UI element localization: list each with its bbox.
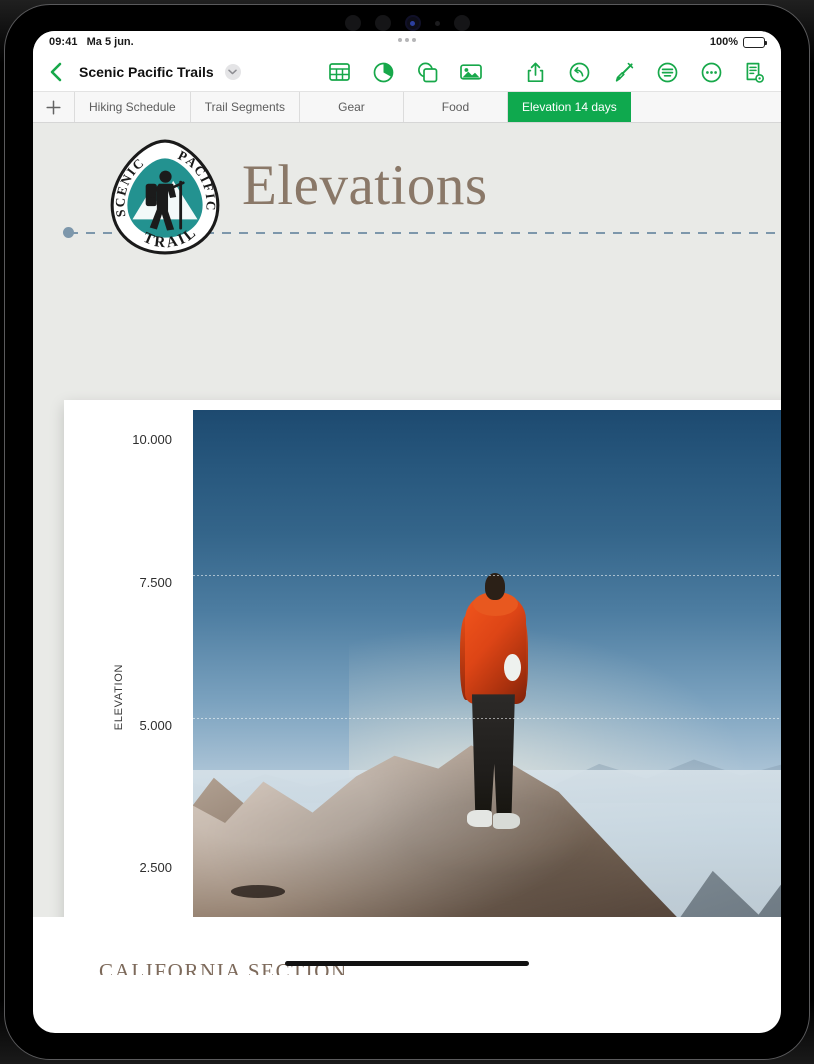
- logo-badge-icon: SCENIC PACIFIC TRAILS: [99, 123, 220, 255]
- undo-tool[interactable]: [567, 60, 591, 84]
- status-date: Ma 5 jun.: [86, 36, 134, 48]
- share-up-arrow-icon: [527, 62, 543, 82]
- camera-lens-icon: [453, 15, 470, 31]
- hiker-water-bottle: [504, 653, 521, 681]
- photo-icon: [460, 64, 482, 80]
- hiker-on-summit-photo: [193, 410, 781, 972]
- front-camera-module: [314, 8, 500, 38]
- sheet-tab-food[interactable]: Food: [403, 92, 508, 122]
- shapes-icon: [417, 62, 437, 82]
- handle-dot: [398, 38, 402, 42]
- format-brush-tool[interactable]: [611, 60, 635, 84]
- document-settings-icon: [746, 62, 764, 83]
- document-options-tool[interactable]: [743, 60, 767, 84]
- insert-tools-group: [327, 60, 483, 84]
- status-time: 09:41: [49, 36, 78, 48]
- chart-plot-area[interactable]: [193, 410, 781, 972]
- header-rule-handle[interactable]: [63, 227, 74, 238]
- more-tool[interactable]: [699, 60, 723, 84]
- scenic-pacific-trails-logo[interactable]: SCENIC PACIFIC TRAILS: [99, 123, 226, 258]
- y-tick-label: 2.500: [139, 860, 172, 875]
- multitask-handle-icon[interactable]: [398, 38, 416, 42]
- camera-lens-icon: [344, 15, 361, 31]
- handle-dot: [405, 38, 409, 42]
- table-tool[interactable]: [327, 60, 351, 84]
- camera-lens-icon: [404, 15, 421, 31]
- hiker-legs: [471, 694, 515, 819]
- chart-gridline-7500: [193, 575, 781, 576]
- hiker-shoe-right: [493, 813, 520, 830]
- table-icon: [328, 63, 350, 81]
- next-section-sheet[interactable]: CALIFORNIA SECTION: [33, 917, 781, 975]
- ipad-device: 09:41 Ma 5 jun. 100% Scenic Pacific Trai…: [0, 0, 814, 1064]
- text-format-tool[interactable]: [655, 60, 679, 84]
- screen: 09:41 Ma 5 jun. 100% Scenic Pacific Trai…: [33, 31, 781, 1033]
- add-sheet-button[interactable]: [33, 92, 75, 122]
- sensor-dot-icon: [434, 20, 440, 26]
- paintbrush-icon: [615, 62, 633, 82]
- document-heading[interactable]: Elevations: [242, 153, 488, 218]
- sheet-tab-elevation-14-days[interactable]: Elevation 14 days: [507, 92, 631, 122]
- document-header: SCENIC PACIFIC TRAILS Elevations: [33, 123, 781, 304]
- back-button[interactable]: [43, 60, 67, 84]
- navigation-toolbar: Scenic Pacific Trails: [33, 53, 781, 91]
- chart-tool[interactable]: [371, 60, 395, 84]
- chevron-down-icon[interactable]: [224, 64, 241, 80]
- chart-gridline-5000: [193, 718, 781, 719]
- y-axis-ticks: 10.000 7.500 5.000 2.500: [104, 400, 172, 975]
- hiker-shoe-left: [467, 810, 493, 827]
- ellipsis-circle-icon: [701, 62, 721, 82]
- camera-lens-icon: [374, 15, 391, 31]
- handle-dot: [412, 38, 416, 42]
- status-bar-right: 100%: [709, 36, 767, 48]
- battery-percent: 100%: [709, 36, 738, 48]
- battery-full-icon: [743, 36, 767, 48]
- sheet-tab-trail-segments[interactable]: Trail Segments: [190, 92, 300, 122]
- format-lines-icon: [657, 62, 677, 82]
- document-canvas[interactable]: SCENIC PACIFIC TRAILS Elevations ELEVATI…: [33, 123, 781, 975]
- undo-arrow-icon: [569, 62, 589, 82]
- tab-bar-filler: [630, 92, 781, 122]
- hiker-figure: [444, 572, 542, 843]
- home-indicator[interactable]: [285, 961, 529, 966]
- y-tick-label: 7.500: [139, 575, 172, 590]
- share-tool[interactable]: [523, 60, 547, 84]
- elevation-chart[interactable]: ELEVATION 10.000 7.500 5.000 2.500: [64, 400, 781, 975]
- media-tool[interactable]: [459, 60, 483, 84]
- sheet-tab-bar: Hiking Schedule Trail Segments Gear Food…: [33, 91, 781, 123]
- action-tools-group: [523, 60, 767, 84]
- status-bar-left: 09:41 Ma 5 jun.: [49, 36, 134, 48]
- sheet-tab-hiking-schedule[interactable]: Hiking Schedule: [75, 92, 191, 122]
- sheet-tab-gear[interactable]: Gear: [299, 92, 404, 122]
- rock-crevice: [230, 884, 286, 898]
- hiker-head: [484, 572, 506, 600]
- plus-icon: [46, 99, 61, 115]
- chevron-down-glyph: [228, 69, 237, 75]
- y-tick-label: 5.000: [139, 718, 172, 733]
- chevron-left-icon: [50, 62, 61, 82]
- y-tick-label: 10.000: [132, 432, 172, 447]
- page-title: Scenic Pacific Trails: [79, 64, 214, 80]
- shape-tool[interactable]: [415, 60, 439, 84]
- pie-chart-icon: [373, 62, 393, 82]
